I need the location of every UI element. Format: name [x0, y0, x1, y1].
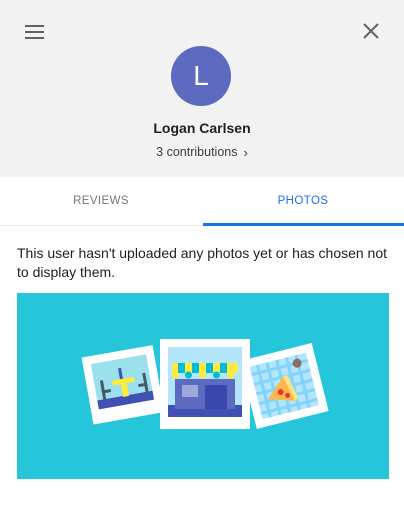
- tab-reviews[interactable]: REVIEWS: [0, 177, 202, 225]
- profile-header: L Logan Carlsen 3 contributions ›: [0, 0, 404, 177]
- hamburger-menu-icon[interactable]: [25, 24, 45, 40]
- contributions-label: 3 contributions: [156, 145, 238, 159]
- avatar[interactable]: L: [171, 46, 231, 106]
- empty-photos-illustration: [17, 293, 389, 479]
- dining-photo-icon: [81, 345, 165, 425]
- storefront-photo-icon: [160, 339, 250, 429]
- profile-tabs: REVIEWS PHOTOS: [0, 177, 404, 226]
- contributor-profile-panel: L Logan Carlsen 3 contributions › REVIEWS…: [0, 0, 404, 510]
- empty-photos-message: This user hasn't uploaded any photos yet…: [17, 245, 388, 280]
- tab-photos[interactable]: PHOTOS: [202, 177, 404, 225]
- selected-tab-indicator: [203, 223, 404, 226]
- contributions-link[interactable]: 3 contributions ›: [0, 144, 404, 160]
- pizza-photo-icon: [239, 343, 329, 429]
- chevron-right-icon: ›: [243, 145, 248, 160]
- close-icon[interactable]: [361, 21, 381, 41]
- user-name: Logan Carlsen: [153, 120, 251, 136]
- photos-illustration-graphic: [81, 339, 329, 429]
